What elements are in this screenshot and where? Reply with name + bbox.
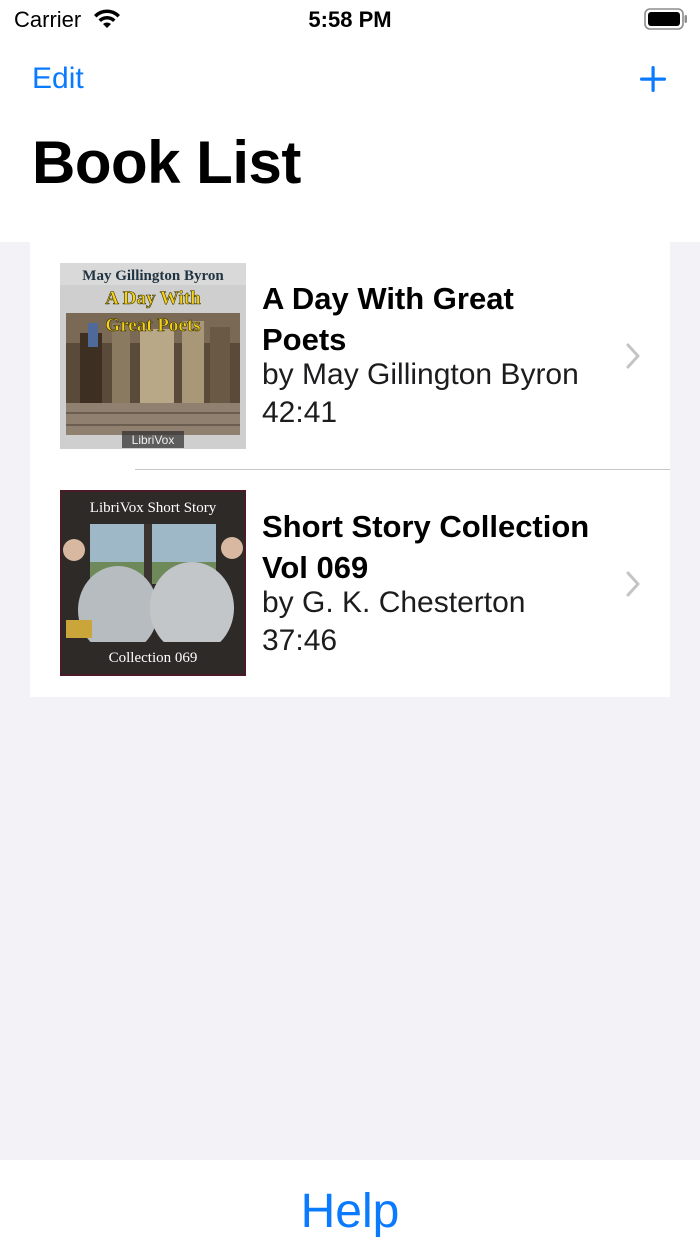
chevron-right-icon — [626, 343, 640, 369]
librivox-badge: LibriVox — [132, 433, 175, 447]
cover-collection-text: Collection 069 — [109, 650, 198, 666]
book-cover-image: May Gillington Byron A Day With Great Po… — [60, 263, 246, 449]
book-author: by May Gillington Byron — [262, 358, 579, 391]
add-book-button[interactable] — [638, 64, 668, 94]
screen: Carrier 5:58 PM Edit Book List May Gilli… — [0, 0, 700, 1244]
book-title: Short Story Collection Vol 069 — [262, 509, 590, 585]
book-title: A Day With Great Poets — [262, 281, 514, 357]
status-time: 5:58 PM — [308, 7, 392, 32]
edit-button[interactable]: Edit — [32, 62, 84, 96]
book-cover-image: LibriVox Short Story Collection 069 — [60, 490, 246, 676]
book-duration: 42:41 — [262, 396, 338, 429]
bottom-toolbar: Help — [0, 1160, 700, 1244]
plus-icon — [640, 66, 666, 92]
cover-author-text: May Gillington Byron — [82, 268, 224, 284]
book-list: May Gillington Byron A Day With Great Po… — [30, 242, 670, 697]
book-row[interactable]: May Gillington Byron A Day With Great Po… — [30, 242, 670, 469]
book-row[interactable]: LibriVox Short Story Collection 069 Shor… — [30, 470, 670, 697]
book-duration: 37:46 — [262, 624, 338, 657]
chevron-right-icon — [626, 571, 640, 597]
status-bar: Carrier 5:58 PM — [0, 0, 700, 40]
cover-title-line2: Great Poets — [105, 315, 200, 336]
book-author: by G. K. Chesterton — [262, 586, 526, 619]
nav-header: Edit Book List — [0, 40, 700, 242]
battery-icon — [644, 8, 687, 30]
cover-title-line1: A Day With — [105, 288, 201, 309]
cover-series-text: LibriVox Short Story — [90, 500, 217, 516]
page-title: Book List — [32, 129, 301, 196]
help-button[interactable]: Help — [250, 1184, 450, 1239]
